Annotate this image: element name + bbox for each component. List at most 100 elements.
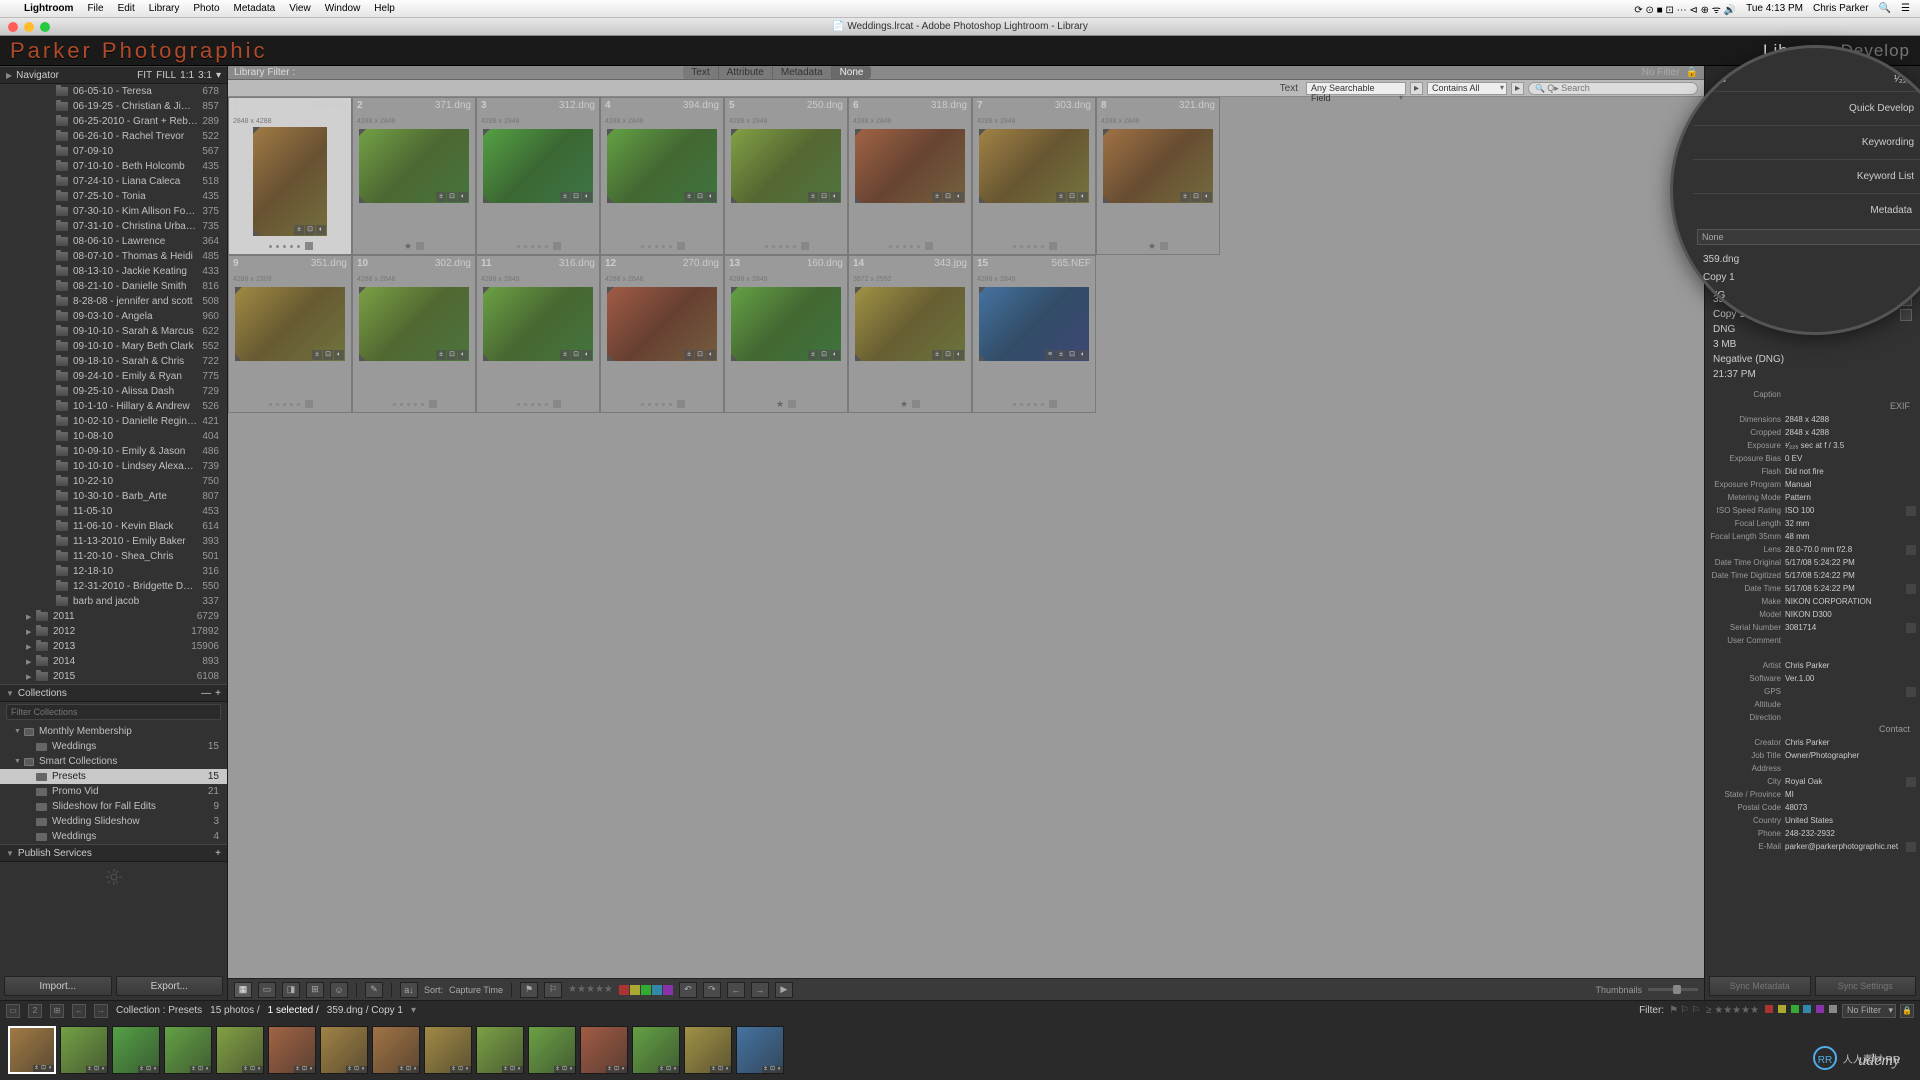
folder-row[interactable]: 11-13-2010 - Emily Baker393 [0,534,227,549]
folder-row[interactable]: barb and jacob337 [0,594,227,609]
nav-next-icon[interactable]: → [751,982,769,998]
menu-metadata[interactable]: Metadata [234,3,276,14]
import-button[interactable]: Import... [4,976,112,996]
folder-row[interactable]: 12-18-10316 [0,564,227,579]
folder-row[interactable]: 07-30-10 - Kim Allison Forest375 [0,204,227,219]
filter-lock-icon[interactable]: 🔒 [1900,1004,1914,1018]
view-people-icon[interactable]: ☺ [330,982,348,998]
metadata-value[interactable]: 48073 [1785,803,1916,812]
folder-row[interactable]: 08-07-10 - Thomas & Heidi485 [0,249,227,264]
filmstrip-thumb[interactable]: ±⊡◐ [372,1026,420,1074]
goto-icon[interactable] [1906,687,1916,697]
filter-flags[interactable]: ⚑⚐⚐ [1668,1005,1701,1016]
metadata-value[interactable]: MI [1785,790,1916,799]
metadata-value[interactable]: 5/17/08 5:24:22 PM [1785,558,1916,567]
metadata-value[interactable]: Ver.1.00 [1785,674,1916,683]
grid-cell[interactable]: 8321.dng4288 x 2848±⊡◐★ [1096,97,1220,255]
filter-tab-attribute[interactable]: Attribute [718,66,772,79]
grid-cell[interactable]: 3312.dng4288 x 2848±⊡◐ [476,97,600,255]
goto-icon[interactable] [1906,584,1916,594]
metadata-value[interactable]: ISO 100 [1785,506,1904,515]
filmstrip-thumb[interactable]: ±⊡◐ [476,1026,524,1074]
grid-cell[interactable]: 1359.dng2848 x 4288±⊡◐ [228,97,352,255]
grid-icon[interactable]: ⊞ [50,1004,64,1018]
thumbnail[interactable]: ±⊡◐ [1103,129,1213,203]
add-collection-icon[interactable]: + [215,688,221,699]
metadata-value[interactable]: NIKON CORPORATION [1785,597,1916,606]
zoom-window-icon[interactable] [40,22,50,32]
sort-dir-icon[interactable]: a↓ [400,982,418,998]
folder-row[interactable]: 07-31-10 - Christina Urbano…735 [0,219,227,234]
goto-icon[interactable] [1906,623,1916,633]
view-grid-icon[interactable]: ▦ [234,982,252,998]
view-loupe-icon[interactable]: ▭ [258,982,276,998]
grid-cell[interactable]: 4394.dng4288 x 2848±⊡◐ [600,97,724,255]
filmstrip-thumb[interactable]: ±⊡◐ [580,1026,628,1074]
filmstrip-thumb[interactable]: ±⊡◐ [164,1026,212,1074]
metadata-value[interactable]: 32 mm [1785,519,1916,528]
filmstrip-thumb[interactable]: ±⊡◐ [736,1026,784,1074]
thumbnail[interactable]: ±⊡◐ [235,287,345,361]
metadata-value[interactable]: ¹⁄₂₂₅ sec at f / 3.5 [1785,441,1916,450]
filmstrip-thumb[interactable]: ±⊡◐ [8,1026,56,1074]
filter-collections-icon[interactable]: — [201,688,211,699]
source-path[interactable]: Collection : Presets [116,1005,202,1016]
menu-window[interactable]: Window [325,3,361,14]
thumbnail[interactable]: ±⊡◐ [731,287,841,361]
rotate-ccw-icon[interactable]: ↶ [679,982,697,998]
filmstrip-thumb[interactable]: ±⊡◐ [112,1026,160,1074]
filter-tab-metadata[interactable]: Metadata [772,66,831,79]
metadata-value[interactable]: 0 EV [1785,454,1916,463]
metadata-value[interactable]: Manual [1785,480,1916,489]
thumbnail[interactable]: ±⊡◐ [483,287,593,361]
collection-item[interactable]: Wedding Slideshow3 [0,814,227,829]
folder-row[interactable]: 09-25-10 - Alissa Dash729 [0,384,227,399]
goto-icon[interactable] [1906,777,1916,787]
filter-colors[interactable] [1764,1005,1838,1016]
folder-row[interactable]: 8-28-08 - jennifer and scott508 [0,294,227,309]
metadata-value[interactable]: Did not fire [1785,467,1916,476]
sync-settings-button[interactable]: Sync Settings [1815,976,1917,996]
grid-cell[interactable]: 10302.dng4288 x 2848±⊡◐ [352,255,476,413]
thumbnail[interactable]: ±⊡◐ [731,129,841,203]
collection-item[interactable]: Slideshow for Fall Edits9 [0,799,227,814]
menu-help[interactable]: Help [374,3,395,14]
collections-search[interactable]: Filter Collections [6,704,221,720]
folder-year[interactable]: ▶2014893 [0,654,227,669]
rule-toggle-2[interactable]: ▸ [1511,82,1524,95]
sort-dropdown[interactable]: Capture Time [449,985,503,995]
filmstrip-thumb[interactable]: ±⊡◐ [268,1026,316,1074]
sync-metadata-button[interactable]: Sync Metadata [1709,976,1811,996]
thumbnail[interactable]: ±⊡◐ [855,287,965,361]
flag-pick-icon[interactable]: ⚑ [520,982,538,998]
folder-year[interactable]: ▶20116729 [0,609,227,624]
menu-file[interactable]: File [87,3,103,14]
second-window-2-icon[interactable]: 2 [28,1004,42,1018]
thumbnail[interactable]: ±⊡◐ [359,287,469,361]
metadata-value[interactable]: Royal Oak [1785,777,1904,786]
metadata-value[interactable]: 5/17/08 5:24:22 PM [1785,584,1904,593]
folder-row[interactable]: 07-24-10 - Liana Caleca518 [0,174,227,189]
folder-row[interactable]: 09-10-10 - Mary Beth Clark552 [0,339,227,354]
collections-header[interactable]: ▼ Collections —+ [0,684,227,702]
collection-item[interactable]: Weddings15 [0,739,227,754]
folder-row[interactable]: 11-20-10 - Shea_Chris501 [0,549,227,564]
folder-year[interactable]: ▶20156108 [0,669,227,684]
collection-item[interactable]: Presets15 [0,769,227,784]
menu-edit[interactable]: Edit [118,3,135,14]
notification-icon[interactable]: ☰ [1901,3,1910,14]
folder-row[interactable]: 12-31-2010 - Bridgette Dona…550 [0,579,227,594]
folder-year[interactable]: ▶201315906 [0,639,227,654]
color-labels[interactable] [619,985,673,995]
grid-cell[interactable]: 12270.dng4288 x 2848±⊡◐ [600,255,724,413]
menu-view[interactable]: View [289,3,311,14]
flag-reject-icon[interactable]: ⚐ [544,982,562,998]
thumbnail-size-slider[interactable] [1648,988,1698,991]
collection-item[interactable]: Weddings4 [0,829,227,844]
folder-row[interactable]: 10-08-10404 [0,429,227,444]
thumbnail[interactable]: ±⊡◐ [359,129,469,203]
spotlight-icon[interactable]: 🔍 [1879,3,1891,14]
filmstrip-thumb[interactable]: ±⊡◐ [424,1026,472,1074]
metadata-value[interactable]: 28.0-70.0 mm f/2.8 [1785,545,1904,554]
filter-tab-text[interactable]: Text [683,66,717,79]
